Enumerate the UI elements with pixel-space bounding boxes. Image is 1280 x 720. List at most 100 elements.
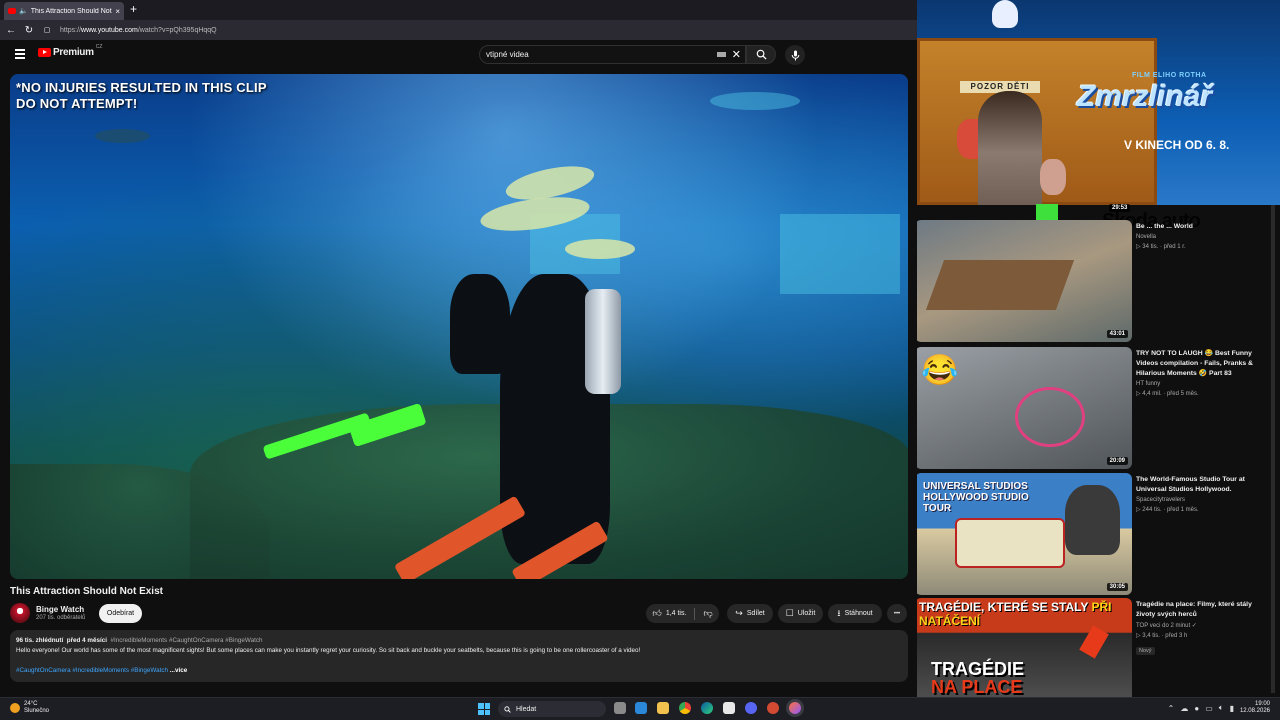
recommendation-stats: ▷ 244 tis. · před 1 měs. bbox=[1136, 507, 1199, 513]
mail-icon[interactable] bbox=[635, 702, 647, 714]
description-box[interactable]: 96 tis. zhlédnutí před 4 měsíci #Incredi… bbox=[10, 630, 908, 682]
recommendation-title[interactable]: Ве ... the ... World bbox=[1136, 222, 1272, 232]
tab-title: This Attraction Should Not Exist bbox=[30, 7, 113, 15]
upload-age: před 4 měsíci bbox=[66, 637, 107, 644]
recommendation-thumbnail[interactable]: 😂 20:09 bbox=[917, 347, 1132, 469]
url-field[interactable]: https://www.youtube.com/watch?v=pQh395qH… bbox=[60, 27, 217, 34]
share-label: Sdílet bbox=[746, 610, 765, 617]
recommendation-thumbnail[interactable]: UNIVERSAL STUDIOS HOLLYWOOD STUDIO TOUR … bbox=[917, 473, 1132, 595]
search-icon bbox=[756, 49, 767, 60]
weather-temp: 24°C bbox=[24, 701, 38, 707]
subscribe-button[interactable]: Odebírat bbox=[99, 604, 142, 623]
show-more-link[interactable]: ...více bbox=[170, 667, 188, 674]
task-view-icon[interactable] bbox=[614, 702, 626, 714]
new-badge: Nový bbox=[1136, 647, 1155, 655]
search-input[interactable]: vtipné videa ✕ bbox=[479, 45, 746, 64]
thumb-title-b: NA PLACE bbox=[931, 677, 1023, 697]
voice-search-button[interactable] bbox=[785, 45, 805, 65]
thumb-caption: TRAGÉDIE, KTERÉ SE STALY PŘI NATÁČENÍ bbox=[919, 600, 1132, 628]
new-tab-button[interactable]: + bbox=[130, 2, 137, 16]
volume-icon[interactable]: 🔈︎ bbox=[1219, 703, 1224, 713]
thumb-caption-a: TRAGÉDIE, KTERÉ SE STALY bbox=[919, 600, 1092, 614]
store-icon[interactable] bbox=[723, 702, 735, 714]
fish bbox=[565, 239, 635, 259]
display-icon[interactable]: ▭ bbox=[1205, 704, 1213, 713]
hashtag-links[interactable]: #CaughtOnCamera #IncredibleMoments #Bing… bbox=[16, 667, 168, 674]
clock[interactable]: 19:00 12.08.2026 bbox=[1240, 701, 1270, 715]
recommendation-stats: ▷ 3,4 tis. · před 3 h bbox=[1136, 633, 1188, 639]
search-input-value: vtipné videa bbox=[486, 50, 529, 59]
thumb-caption: UNIVERSAL STUDIOS HOLLYWOOD STUDIO TOUR bbox=[923, 481, 1029, 514]
firefox-icon[interactable] bbox=[789, 702, 801, 714]
weather-widget[interactable]: 24°C Slunečno bbox=[10, 701, 49, 715]
app-icon[interactable] bbox=[767, 702, 779, 714]
browser-tab-active[interactable]: 🔈 This Attraction Should Not Exist × bbox=[4, 2, 124, 20]
file-explorer-icon[interactable] bbox=[657, 702, 669, 714]
taskbar-search-placeholder: Hledat bbox=[516, 705, 537, 713]
recommendation-channel[interactable]: Novella bbox=[1136, 234, 1272, 240]
ad-title: Zmrzlinář bbox=[1077, 80, 1213, 113]
mic-icon[interactable]: ● bbox=[1194, 704, 1199, 713]
edge-icon[interactable] bbox=[701, 702, 713, 714]
like-count[interactable]: 1,4 tis. bbox=[666, 610, 687, 617]
recommendation-channel[interactable]: HT funny bbox=[1136, 381, 1272, 387]
start-icon[interactable] bbox=[478, 703, 490, 715]
search-button[interactable] bbox=[746, 45, 776, 64]
ad-banner[interactable]: POZOR DĚTI FILM ELIHO ROTHA Zmrzlinář V … bbox=[917, 0, 1280, 205]
browser-toolbar: ← ↻ ▢ https://www.youtube.com/watch?v=pQ… bbox=[0, 20, 917, 40]
taskbar-search[interactable]: Hledat bbox=[498, 701, 606, 717]
back-icon[interactable]: ← bbox=[6, 25, 16, 36]
divider bbox=[694, 607, 696, 620]
channel-avatar[interactable] bbox=[10, 603, 30, 623]
youtube-header: Premium CZ vtipné videa ✕ bbox=[0, 40, 917, 70]
recommendation-stats: ▷ 4,4 mil. · před 5 měs. bbox=[1136, 391, 1199, 397]
air-tank bbox=[585, 289, 621, 394]
recommendations-sidebar: POZOR DĚTI FILM ELIHO ROTHA Zmrzlinář V … bbox=[917, 0, 1280, 697]
mic-icon bbox=[791, 50, 799, 60]
youtube-logo[interactable]: Premium CZ bbox=[38, 44, 102, 58]
menu-icon[interactable] bbox=[15, 49, 25, 59]
taskbar: 24°C Slunečno Hledat ⌃ ☁ ● ▭ 🔈︎ ▮ 19:00 … bbox=[0, 697, 1280, 720]
cloud-icon[interactable]: ☁ bbox=[1180, 704, 1188, 713]
recommendation-title[interactable]: The World-Famous Studio Tour at Universa… bbox=[1136, 475, 1272, 495]
channel-subscribers: 207 tis. odběratelů bbox=[36, 615, 86, 621]
red-arrow-icon bbox=[1079, 625, 1109, 659]
more-actions-button[interactable]: ••• bbox=[887, 604, 907, 623]
recommendation-title[interactable]: TRY NOT TO LAUGH 😂 Best Funny Videos com… bbox=[1136, 349, 1272, 379]
video-player[interactable]: *NO INJURIES RESULTED IN THIS CLIP DO NO… bbox=[10, 74, 908, 579]
recommendation-thumbnail[interactable]: TRAGÉDIE, KTERÉ SE STALY PŘI NATÁČENÍ TR… bbox=[917, 598, 1132, 697]
recommendation-stats: ▷ 34 tis. · před 1 r. bbox=[1136, 244, 1186, 250]
description-text: Hello everyone! Our world has some of th… bbox=[16, 647, 641, 654]
dislike-icon[interactable]: 👎︎ bbox=[703, 608, 712, 619]
share-button[interactable]: ↪ Sdílet bbox=[727, 604, 773, 623]
chrome-icon[interactable] bbox=[679, 702, 691, 714]
sidebar-scrollbar[interactable] bbox=[1271, 205, 1275, 693]
download-button[interactable]: ⭳ Stáhnout bbox=[828, 604, 882, 623]
like-dislike-group: 👍︎ 1,4 tis. 👎︎ bbox=[646, 604, 719, 623]
logo-text: Premium bbox=[53, 47, 94, 58]
site-info-icon[interactable]: ▢ bbox=[42, 26, 52, 34]
recommendation-title[interactable]: Tragédie na place: Filmy, které stály ži… bbox=[1136, 600, 1272, 620]
duration-badge: 20:09 bbox=[1106, 457, 1128, 465]
description-meta: 96 tis. zhlédnutí před 4 měsíci #Incredi… bbox=[16, 636, 902, 646]
clear-search-icon[interactable]: ✕ bbox=[732, 48, 741, 61]
keyboard-icon[interactable] bbox=[716, 52, 726, 57]
search-icon bbox=[504, 705, 511, 713]
battery-icon[interactable]: ▮ bbox=[1230, 704, 1234, 713]
recommendation-channel[interactable]: Spacecitytravelers bbox=[1136, 497, 1272, 503]
more-icon: ••• bbox=[893, 610, 901, 617]
discord-icon[interactable] bbox=[745, 702, 757, 714]
speaker-icon[interactable]: 🔈 bbox=[19, 7, 28, 15]
ad-figure bbox=[978, 91, 1042, 205]
chevron-up-icon[interactable]: ⌃ bbox=[1168, 704, 1175, 713]
save-button[interactable]: ☐ Uložit bbox=[778, 604, 823, 623]
like-icon[interactable]: 👍︎ bbox=[652, 608, 661, 619]
clock-date: 12.08.2026 bbox=[1239, 708, 1270, 714]
clock-time: 19:00 bbox=[1254, 701, 1270, 707]
channel-name[interactable]: Binge Watch bbox=[36, 605, 84, 614]
overlay-line-2: DO NOT ATTEMPT! bbox=[16, 96, 138, 111]
recommendation-thumbnail[interactable]: 43:01 bbox=[917, 220, 1132, 342]
recommendation-channel[interactable]: TOP veci do 2 minut ✓ bbox=[1136, 622, 1272, 629]
reload-icon[interactable]: ↻ bbox=[24, 25, 34, 36]
tab-close-icon[interactable]: × bbox=[115, 7, 120, 16]
